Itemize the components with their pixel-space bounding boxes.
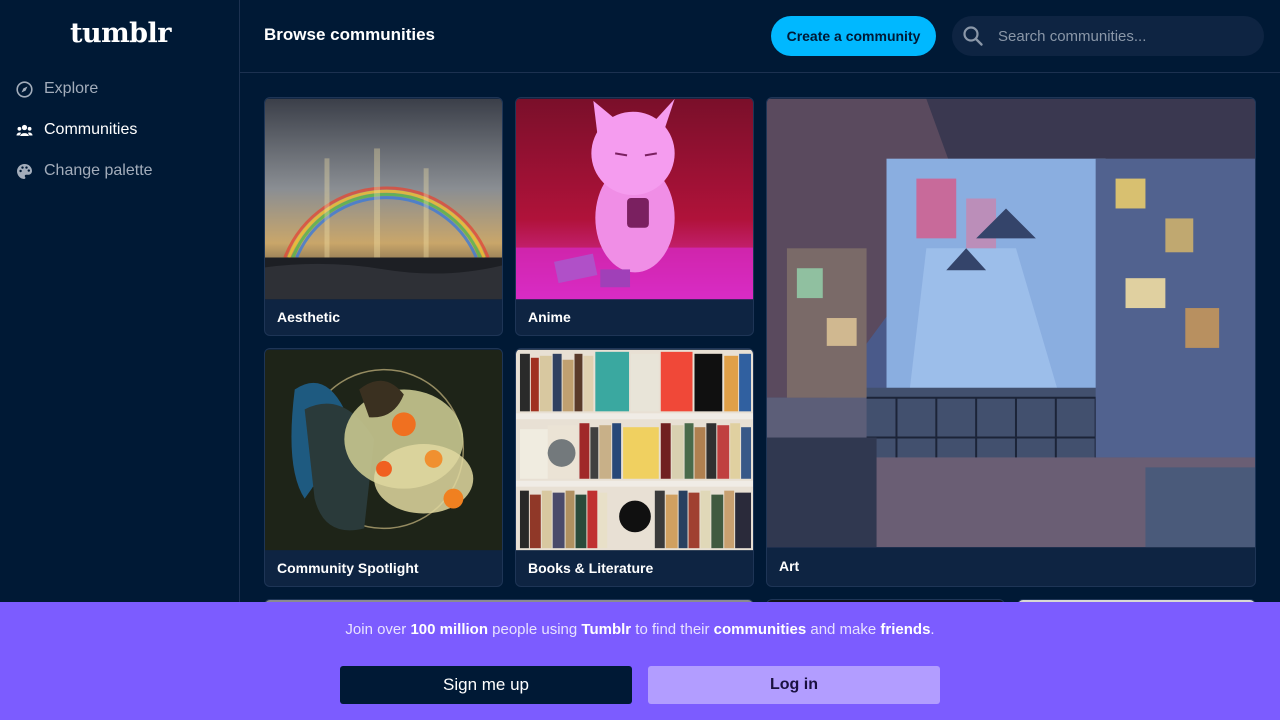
community-name: Aesthetic xyxy=(277,309,341,325)
community-card-art[interactable]: Art xyxy=(766,97,1256,587)
community-card-aesthetic[interactable]: Aesthetic xyxy=(264,97,503,336)
banner-message: Join over 100 million people using Tumbl… xyxy=(345,621,935,638)
sidebar-item-communities[interactable]: Communities xyxy=(0,112,239,148)
community-name: Art xyxy=(779,558,800,574)
bookshelf-image xyxy=(516,349,753,551)
pink-cat-anime-image xyxy=(516,98,753,300)
sidebar-item-change-palette[interactable]: Change palette xyxy=(0,153,239,189)
people-icon xyxy=(16,122,33,139)
page-title: Browse communities xyxy=(264,25,435,44)
sidebar-item-label: Communities xyxy=(44,121,138,138)
illustrated-room-image xyxy=(767,98,1255,548)
search-input[interactable] xyxy=(998,27,1248,45)
rainbow-seascape-image xyxy=(265,98,502,300)
log-in-button[interactable]: Log in xyxy=(648,666,940,704)
sidebar-item-explore[interactable]: Explore xyxy=(0,71,239,107)
header: Browse communities Create a community xyxy=(240,0,1280,73)
embracing-couple-image xyxy=(265,349,502,551)
community-card-community-spotlight[interactable]: Community Spotlight xyxy=(264,348,503,587)
search-box[interactable] xyxy=(952,16,1264,56)
search-icon xyxy=(962,25,984,47)
tumblr-logo[interactable]: tumblr xyxy=(70,18,172,49)
palette-icon xyxy=(16,163,33,180)
sign-up-button[interactable]: Sign me up xyxy=(340,666,632,704)
community-name: Books & Literature xyxy=(528,560,654,576)
community-name: Community Spotlight xyxy=(277,560,419,576)
community-card-anime[interactable]: Anime xyxy=(515,97,754,336)
community-card-books-literature[interactable]: Books & Literature xyxy=(515,348,754,587)
sidebar-item-label: Explore xyxy=(44,80,99,97)
compass-icon xyxy=(16,80,33,98)
sidebar-item-label: Change palette xyxy=(44,162,153,179)
create-community-button[interactable]: Create a community xyxy=(771,16,936,56)
signup-banner: Join over 100 million people using Tumbl… xyxy=(0,602,1280,720)
community-name: Anime xyxy=(528,309,571,325)
